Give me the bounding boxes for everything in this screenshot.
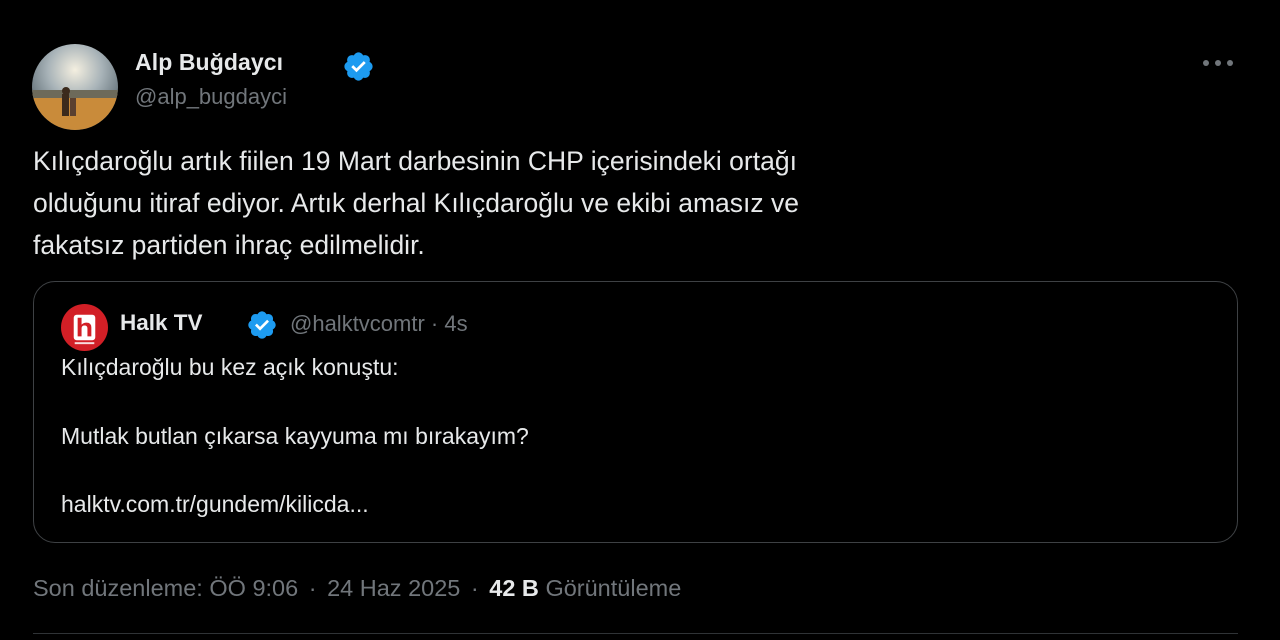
author-display-name[interactable]: Alp Buğdaycı	[135, 49, 283, 76]
divider	[33, 633, 1238, 634]
tweet-text-line: Kılıçdaroğlu artık fiilen 19 Mart darbes…	[33, 146, 797, 176]
author-avatar[interactable]	[32, 44, 118, 130]
verified-badge-icon	[248, 311, 276, 339]
quoted-text-line: Kılıçdaroğlu bu kez açık konuştu:	[61, 354, 399, 380]
post-date[interactable]: 24 Haz 2025	[327, 575, 460, 601]
profile-photo	[32, 44, 118, 130]
tweet-text-line: olduğunu itiraf ediyor. Artık derhal Kıl…	[33, 188, 799, 218]
quoted-text-line: Mutlak butlan çıkarsa kayyuma mı bırakay…	[61, 423, 529, 449]
edited-timestamp[interactable]: Son düzenleme: ÖÖ 9:06	[33, 575, 298, 601]
author-handle[interactable]: @alp_bugdayci	[135, 84, 287, 110]
tweet-meta: Son düzenleme: ÖÖ 9:06 · 24 Haz 2025 · 4…	[33, 575, 681, 602]
tweet-text-line: fakatsız partiden ihraç edilmelidir.	[33, 230, 425, 260]
quoted-display-name[interactable]: Halk TV	[120, 310, 203, 336]
quoted-link[interactable]: halktv.com.tr/gundem/kilicda...	[61, 491, 369, 518]
tweet-text: Kılıçdaroğlu artık fiilen 19 Mart darbes…	[33, 140, 1173, 266]
more-options-button[interactable]	[1196, 50, 1240, 76]
views-count: 42 B	[489, 575, 539, 601]
tweet-card: Alp Buğdaycı @alp_bugdayci Kılıçdaroğlu …	[0, 0, 1280, 640]
views-label: Görüntüleme	[545, 575, 682, 601]
quoted-handle-time[interactable]: @halktvcomtr · 4s	[290, 311, 468, 337]
separator: ·	[308, 575, 317, 601]
halktv-logo	[61, 304, 108, 351]
separator: ·	[470, 575, 479, 601]
more-options-icon	[1203, 60, 1233, 66]
quoted-tweet[interactable]: Halk TV @halktvcomtr · 4s Kılıçdaroğlu b…	[33, 281, 1238, 543]
verified-badge-icon	[344, 52, 373, 81]
